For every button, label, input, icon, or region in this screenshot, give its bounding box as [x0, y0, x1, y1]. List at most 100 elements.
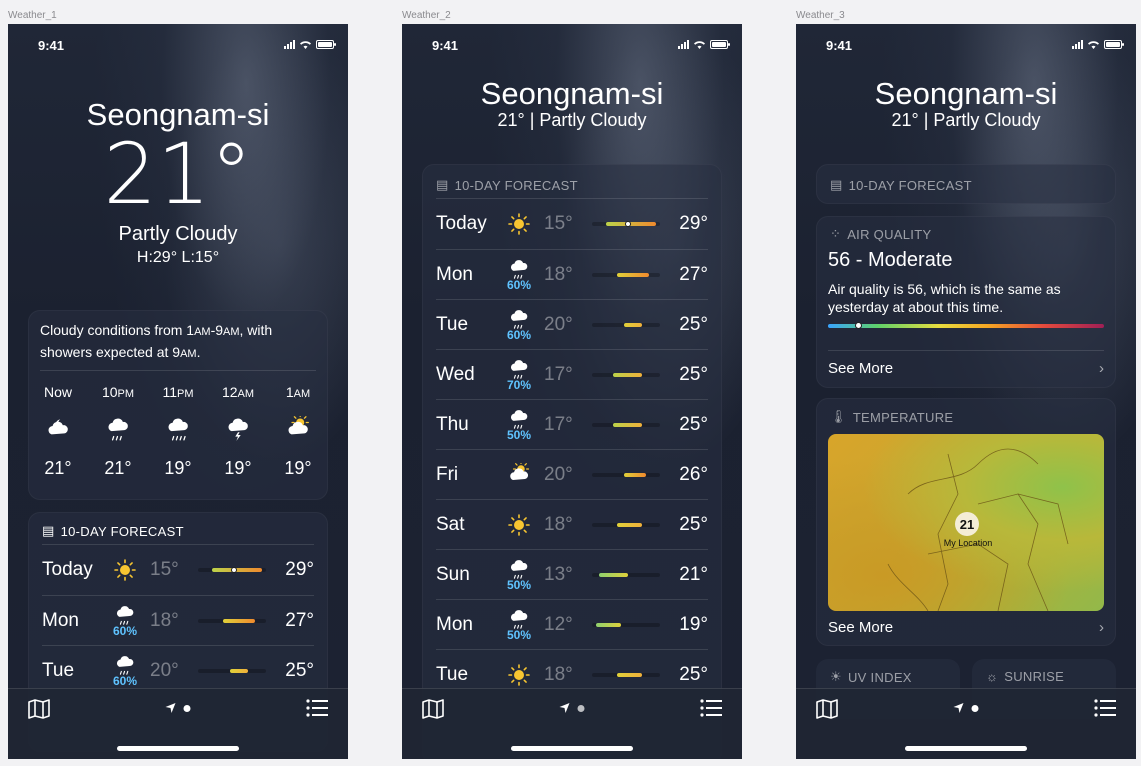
- current-temp: 21°: [103, 125, 253, 223]
- forecast-low: 15°: [150, 559, 179, 580]
- forecast-row[interactable]: Mon 60% 18° 27°: [436, 249, 708, 299]
- map-icon[interactable]: [28, 699, 50, 719]
- battery-icon: [710, 40, 730, 49]
- home-indicator[interactable]: [511, 746, 633, 751]
- forecast-high: 21°: [679, 563, 708, 585]
- temp-range-fill: [223, 618, 256, 623]
- precip-chance: 50%: [506, 577, 532, 592]
- page-indicator[interactable]: [953, 703, 979, 713]
- forecast-header: ▤ 10-DAY FORECAST: [42, 523, 184, 539]
- forecast-day: Sun: [436, 563, 470, 585]
- forecast-low: 20°: [544, 463, 573, 485]
- forecast-low: 13°: [544, 563, 573, 585]
- temp-range-fill: [230, 668, 249, 673]
- temp-range-fill: [624, 322, 643, 327]
- air-quality-see-more[interactable]: See More ›: [828, 360, 1104, 377]
- status-time: 9:41: [826, 38, 853, 53]
- forecast-low: 18°: [544, 263, 573, 285]
- forecast-row[interactable]: Fri 20° 26°: [436, 449, 708, 499]
- uv-index-title: UV INDEX: [847, 669, 912, 685]
- forecast-title: 10-DAY FORECAST: [454, 177, 578, 193]
- see-more-label: See More: [828, 619, 894, 636]
- bottom-toolbar: [402, 688, 742, 759]
- air-quality-icon: ⁘: [830, 226, 842, 241]
- home-indicator[interactable]: [905, 746, 1027, 751]
- chevron-right-icon: ›: [1099, 619, 1104, 636]
- hourly-time: 1AM: [285, 384, 311, 400]
- temp-range-fill: [595, 622, 621, 627]
- forecast-row[interactable]: Thu 50% 17° 25°: [436, 399, 708, 449]
- temperature-title: TEMPERATURE: [852, 409, 954, 425]
- temp-range-fill: [613, 372, 643, 377]
- rain-icon: 60%: [106, 604, 144, 638]
- forecast-row[interactable]: Sat 18° 25°: [436, 499, 708, 549]
- cloud-sun-icon: [270, 414, 326, 444]
- status-bar: 9:41: [8, 24, 348, 68]
- divider: [40, 370, 316, 371]
- rain-icon: 70%: [500, 358, 538, 392]
- temp-range-bar: [198, 567, 266, 573]
- forecast-row[interactable]: Today 15° 29°: [436, 199, 708, 249]
- forecast-low: 18°: [544, 663, 573, 685]
- forecast-low: 17°: [544, 363, 573, 385]
- phone-weather-1: 9:41 Seongnam-si 21° Partly Cloudy H:29°…: [8, 24, 348, 759]
- temp-range-bar: [592, 372, 660, 377]
- condition-text: Partly Cloudy: [118, 223, 238, 245]
- forecast-day: Tue: [436, 313, 469, 335]
- precip-chance: 50%: [506, 627, 532, 642]
- forecast-high: 25°: [285, 659, 314, 681]
- air-quality-description: Air quality is 56, which is the same as …: [828, 281, 1061, 315]
- forecast-row[interactable]: Mon 50% 12° 19°: [436, 599, 708, 649]
- forecast-high: 25°: [679, 363, 708, 385]
- page-indicator[interactable]: [559, 703, 585, 713]
- calendar-icon: ▤: [830, 177, 843, 192]
- page-indicator[interactable]: [165, 703, 191, 713]
- rain-icon: 50%: [500, 558, 538, 592]
- list-icon[interactable]: [700, 699, 722, 717]
- precip-chance: 60%: [506, 277, 532, 292]
- sun-icon: ☀: [830, 669, 842, 684]
- temp-range-fill: [212, 568, 263, 572]
- forecast-row[interactable]: Tue 60% 20° 25°: [436, 299, 708, 349]
- forecast-day: Thu: [436, 413, 469, 435]
- temperature-see-more[interactable]: See More ›: [828, 619, 1104, 636]
- hourly-time: 12AM: [221, 384, 255, 400]
- forecast-low: 18°: [544, 513, 573, 535]
- cloud-heavy-rain-icon: [150, 414, 206, 444]
- hourly-row: Now 21° 10PM 21° 11PM 19° 12AM 19° 1AM 19°: [28, 384, 328, 479]
- forecast-low: 18°: [150, 609, 179, 631]
- map-icon[interactable]: [422, 699, 444, 719]
- rain-icon: 60%: [500, 308, 538, 342]
- location-arrow-icon: [953, 703, 964, 713]
- location-pin[interactable]: 21: [955, 512, 979, 536]
- temp-range-bar: [592, 672, 660, 677]
- hourly-item: 12AM 19°: [210, 384, 266, 479]
- battery-icon: [1104, 40, 1124, 49]
- rain-icon: 50%: [500, 408, 538, 442]
- hourly-summary: Cloudy conditions from 1AM-9AM, with sho…: [40, 322, 273, 360]
- bottom-toolbar: [796, 688, 1136, 759]
- forecast-header: ▤ 10-DAY FORECAST: [436, 177, 578, 193]
- forecast-high: 27°: [679, 263, 708, 285]
- temp-range-fill: [617, 672, 643, 677]
- forecast-row[interactable]: Mon 60% 18° 27°: [42, 595, 314, 645]
- list-icon[interactable]: [306, 699, 328, 717]
- forecast-row[interactable]: Today 15° 29°: [42, 545, 314, 595]
- thermometer-icon: 🌡: [830, 409, 847, 424]
- phone-weather-2: 9:41 Seongnam-si 21° | Partly Cloudy ▤ 1…: [402, 24, 742, 759]
- signal-icon: [678, 40, 689, 49]
- calendar-icon: ▤: [42, 523, 55, 538]
- forecast-low: 12°: [544, 613, 573, 635]
- home-indicator[interactable]: [117, 746, 239, 751]
- page-dot: [577, 704, 585, 712]
- hourly-temp: 19°: [164, 458, 192, 478]
- air-quality-header: ⁘ AIR QUALITY: [830, 226, 931, 242]
- map-icon[interactable]: [816, 699, 838, 719]
- sunrise-icon: ☼: [986, 669, 999, 684]
- air-quality-title: AIR QUALITY: [847, 226, 932, 242]
- temp-range-bar: [592, 221, 660, 227]
- forecast-row[interactable]: Sun 50% 13° 21°: [436, 549, 708, 599]
- forecast-row[interactable]: Wed 70% 17° 25°: [436, 349, 708, 399]
- temperature-map[interactable]: 21 My Location: [828, 434, 1104, 611]
- list-icon[interactable]: [1094, 699, 1116, 717]
